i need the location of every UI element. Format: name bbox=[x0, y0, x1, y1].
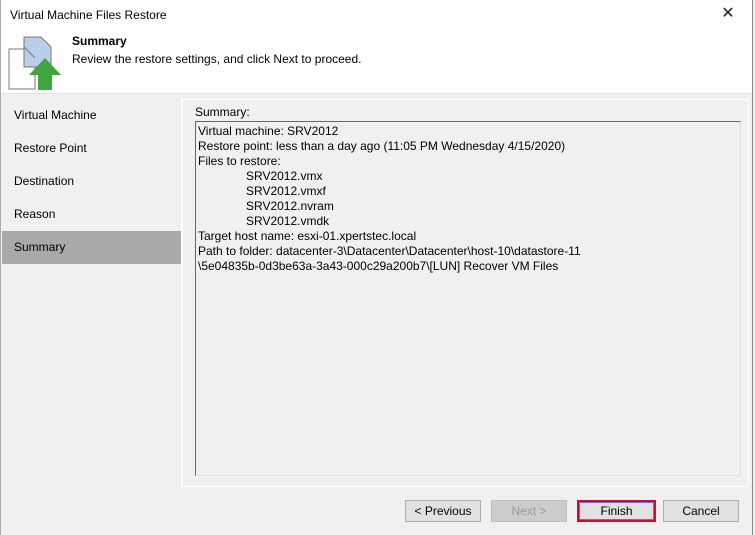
summary-line: Restore point: less than a day ago (11:0… bbox=[198, 139, 566, 153]
file-restore-icon bbox=[8, 36, 61, 90]
sidebar-item-destination[interactable]: Destination bbox=[2, 165, 181, 198]
previous-button[interactable]: < Previous bbox=[405, 500, 481, 522]
next-button[interactable]: Next > bbox=[491, 500, 567, 522]
sidebar-item-virtual-machine[interactable]: Virtual Machine bbox=[2, 99, 181, 132]
summary-line: SRV2012.vmxf bbox=[246, 184, 326, 198]
summary-line: SRV2012.vmx bbox=[246, 169, 323, 183]
summary-line: Path to folder: datacenter-3\Datacenter\… bbox=[198, 244, 581, 258]
sidebar-item-summary[interactable]: Summary bbox=[2, 231, 181, 264]
finish-button[interactable]: Finish bbox=[577, 500, 656, 522]
summary-line: SRV2012.nvram bbox=[246, 199, 334, 213]
summary-label: Summary: bbox=[195, 105, 250, 119]
summary-line: Files to restore: bbox=[198, 154, 281, 168]
wizard-header: Virtual Machine Files Restore ✕ Summary … bbox=[1, 0, 752, 94]
window-title: Virtual Machine Files Restore bbox=[10, 8, 167, 22]
wizard-steps-sidebar: Virtual Machine Restore Point Destinatio… bbox=[2, 99, 182, 487]
summary-line: Target host name: esxi-01.xpertstec.loca… bbox=[198, 229, 417, 243]
sidebar-item-reason[interactable]: Reason bbox=[2, 198, 181, 231]
summary-line: SRV2012.vmdk bbox=[246, 214, 330, 228]
restore-wizard-window: Virtual Machine Files Restore ✕ Summary … bbox=[0, 0, 753, 535]
summary-line: Virtual machine: SRV2012 bbox=[198, 124, 339, 138]
close-icon[interactable]: ✕ bbox=[718, 4, 738, 24]
step-title: Summary bbox=[72, 34, 127, 48]
cancel-button[interactable]: Cancel bbox=[663, 500, 739, 522]
summary-textbox[interactable]: Virtual machine: SRV2012 Restore point: l… bbox=[195, 121, 741, 476]
summary-panel: Summary: Virtual machine: SRV2012 Restore… bbox=[182, 99, 749, 487]
summary-line: \5e04835b-0d3be63a-3a43-000c29a200b7\[LU… bbox=[198, 259, 559, 273]
step-description: Review the restore settings, and click N… bbox=[72, 52, 362, 66]
sidebar-item-restore-point[interactable]: Restore Point bbox=[2, 132, 181, 165]
